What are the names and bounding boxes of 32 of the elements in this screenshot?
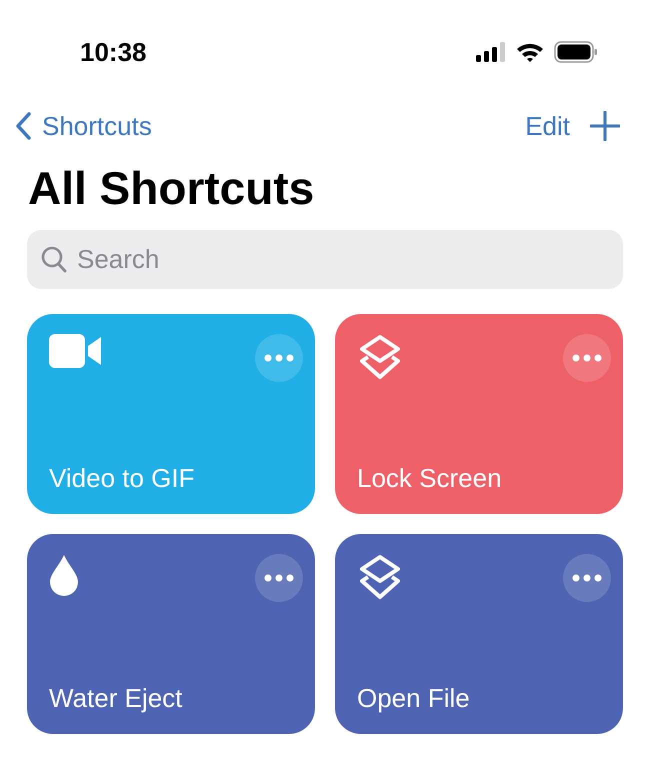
shortcut-card[interactable]: Lock Screen	[335, 314, 623, 514]
back-button[interactable]: Shortcuts	[14, 110, 152, 142]
video-camera-icon	[49, 334, 103, 368]
more-button[interactable]	[563, 554, 611, 602]
more-icon	[264, 354, 294, 362]
add-button[interactable]	[590, 111, 620, 141]
shortcut-name: Water Eject	[49, 683, 184, 714]
chevron-left-icon	[14, 111, 32, 141]
water-drop-icon	[49, 554, 79, 596]
edit-button[interactable]: Edit	[525, 110, 570, 142]
more-icon	[572, 574, 602, 582]
wifi-icon	[516, 42, 544, 62]
shortcut-card[interactable]: Video to GIF	[27, 314, 315, 514]
more-button[interactable]	[255, 334, 303, 382]
layers-icon	[357, 554, 403, 600]
more-button[interactable]	[255, 554, 303, 602]
shortcut-card[interactable]: Open File	[335, 534, 623, 734]
search-icon	[41, 246, 67, 274]
shortcut-name: Open File	[357, 683, 471, 714]
layers-icon	[357, 334, 403, 380]
battery-icon	[554, 41, 598, 63]
plus-icon	[590, 111, 620, 141]
shortcut-name: Video to GIF	[49, 463, 196, 494]
more-button[interactable]	[563, 334, 611, 382]
shortcut-card[interactable]: Water Eject	[27, 534, 315, 734]
signal-icon	[476, 42, 506, 62]
more-icon	[572, 354, 602, 362]
page-title: All Shortcuts	[28, 161, 316, 216]
status-time: 10:38	[80, 36, 146, 68]
more-icon	[264, 574, 294, 582]
search-field[interactable]: Search	[27, 230, 623, 289]
shortcut-name: Lock Screen	[357, 463, 503, 494]
